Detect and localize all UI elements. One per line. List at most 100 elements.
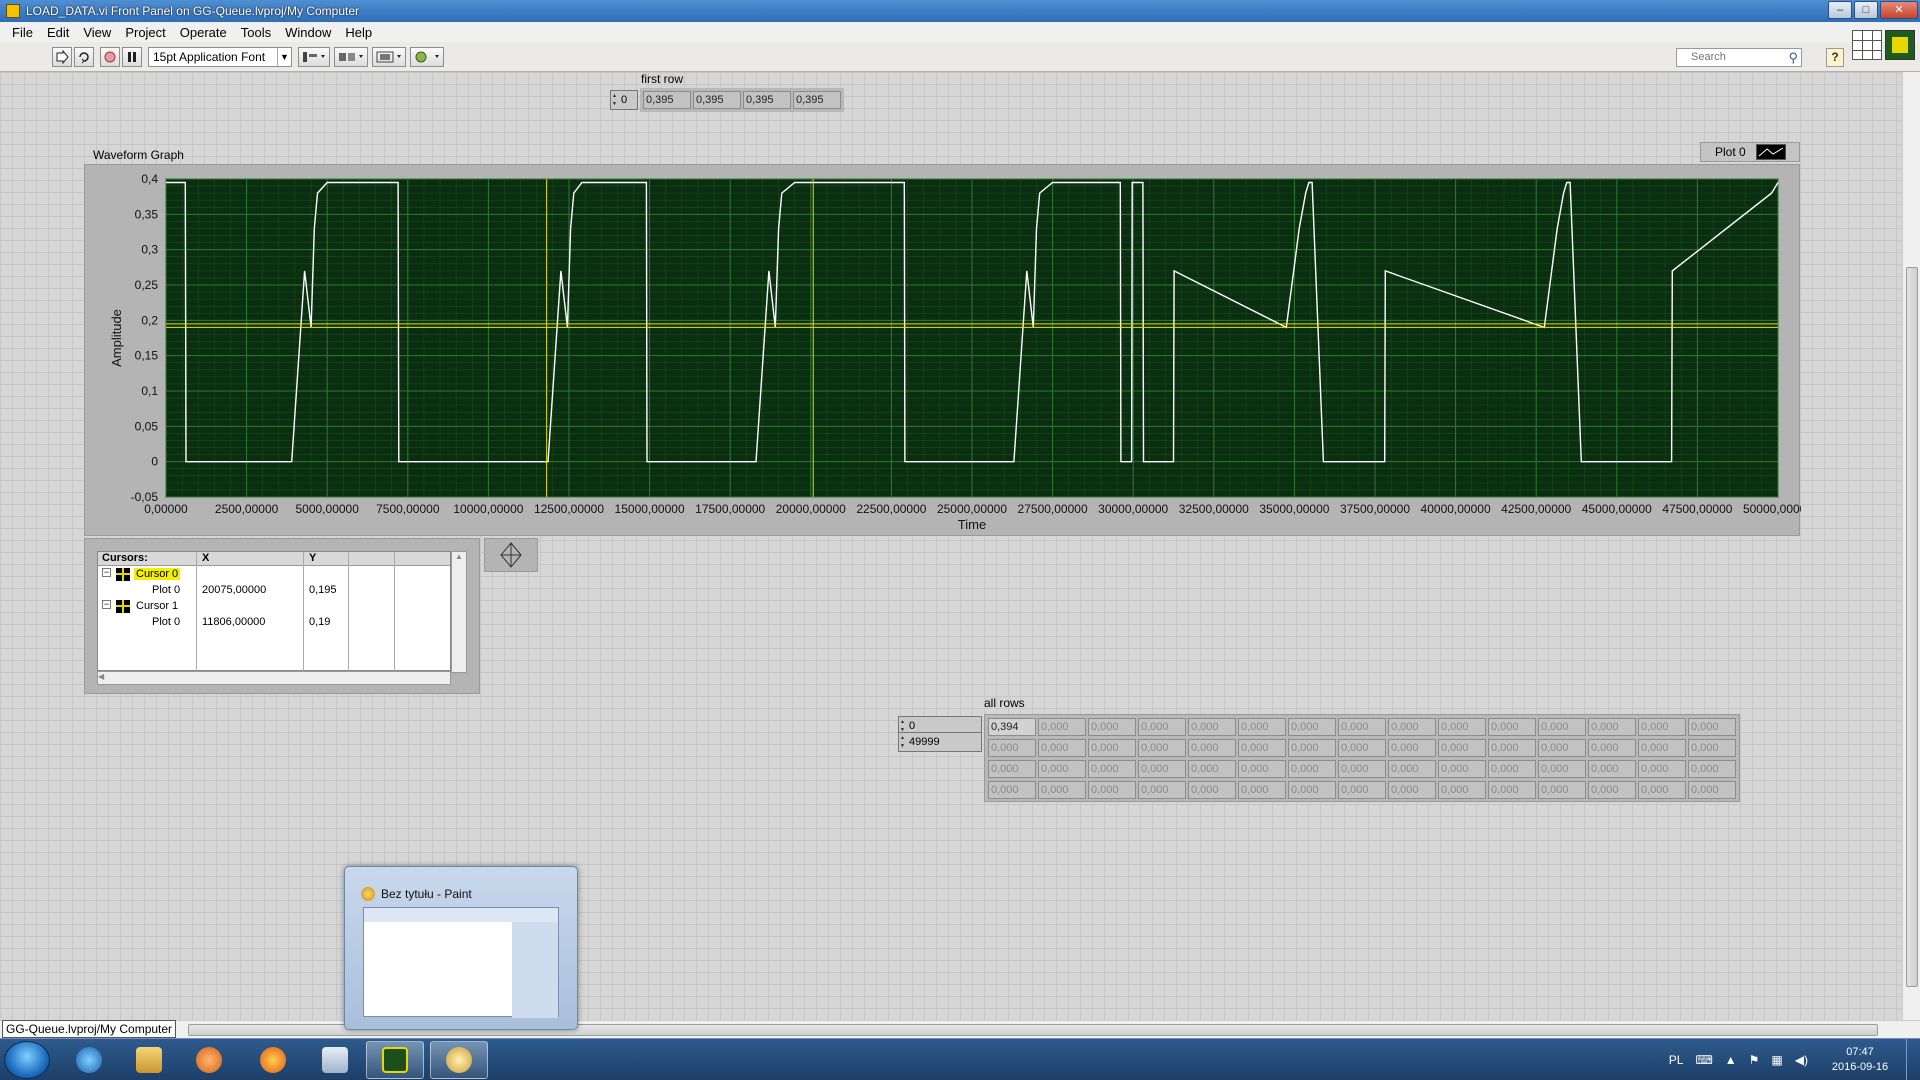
array-cell[interactable]: 0,000 bbox=[1338, 739, 1386, 757]
menu-help[interactable]: Help bbox=[339, 25, 378, 40]
array-cell[interactable]: 0,000 bbox=[1688, 718, 1736, 736]
array-cell[interactable]: 0,000 bbox=[1038, 760, 1086, 778]
array-cell[interactable]: 0,000 bbox=[1138, 718, 1186, 736]
array-cell[interactable]: 0,000 bbox=[1688, 760, 1736, 778]
array-cell[interactable]: 0,000 bbox=[1638, 760, 1686, 778]
array-cell[interactable]: 0,000 bbox=[1588, 760, 1636, 778]
search-icon[interactable]: ⚲ bbox=[1788, 49, 1798, 66]
array-cell[interactable]: 0,000 bbox=[1488, 760, 1536, 778]
array-cell[interactable]: 0,000 bbox=[1238, 718, 1286, 736]
menu-window[interactable]: Window bbox=[279, 25, 337, 40]
cursor-y-value[interactable]: 0,19 bbox=[309, 616, 330, 628]
array-cell[interactable]: 0,000 bbox=[1238, 739, 1286, 757]
cursor-x-value[interactable]: 20075,00000 bbox=[202, 584, 266, 596]
close-button[interactable]: ✕ bbox=[1880, 1, 1918, 19]
array-cell[interactable]: 0,000 bbox=[1138, 760, 1186, 778]
array-cell[interactable]: 0,000 bbox=[1088, 781, 1136, 799]
array-cell[interactable]: 0,000 bbox=[1288, 760, 1336, 778]
array-cell[interactable]: 0,000 bbox=[1188, 718, 1236, 736]
action-center-flag-icon[interactable]: ⚑ bbox=[1749, 1053, 1760, 1067]
array-cell[interactable]: 0,395 bbox=[643, 91, 691, 109]
array-cell[interactable]: 0,000 bbox=[1538, 781, 1586, 799]
scrollbar-thumb[interactable] bbox=[1906, 267, 1918, 987]
cursor-row[interactable]: − Cursor 0 bbox=[98, 567, 450, 583]
horizontal-scrollbar[interactable] bbox=[0, 1020, 1920, 1038]
array-cell[interactable]: 0,000 bbox=[1488, 739, 1536, 757]
menu-file[interactable]: File bbox=[6, 25, 39, 40]
search-input[interactable]: Search ⚲ bbox=[1676, 48, 1802, 67]
reorder-button[interactable] bbox=[410, 47, 444, 67]
first-row-index[interactable]: 0 bbox=[610, 90, 638, 110]
font-select[interactable]: 15pt Application Font ▼ bbox=[148, 47, 292, 67]
collapse-icon[interactable]: − bbox=[102, 568, 111, 577]
keyboard-icon[interactable]: ⌨ bbox=[1695, 1053, 1712, 1067]
minimize-button[interactable]: – bbox=[1828, 1, 1852, 19]
array-cell[interactable]: 0,000 bbox=[1438, 760, 1486, 778]
distribute-objects-button[interactable] bbox=[334, 47, 368, 67]
language-indicator[interactable]: PL bbox=[1669, 1053, 1684, 1067]
array-cell[interactable]: 0,000 bbox=[1538, 718, 1586, 736]
array-cell[interactable]: 0,000 bbox=[1438, 739, 1486, 757]
array-cell[interactable]: 0,000 bbox=[1538, 739, 1586, 757]
start-button[interactable] bbox=[4, 1041, 50, 1079]
array-cell[interactable]: 0,000 bbox=[1288, 739, 1336, 757]
array-cell[interactable]: 0,000 bbox=[1488, 781, 1536, 799]
array-cell[interactable]: 0,000 bbox=[988, 739, 1036, 757]
file-explorer-icon[interactable] bbox=[120, 1041, 178, 1079]
align-objects-button[interactable] bbox=[298, 47, 330, 67]
cursor-y-value[interactable]: 0,195 bbox=[309, 584, 337, 596]
menu-tools[interactable]: Tools bbox=[235, 25, 277, 40]
array-cell[interactable]: 0,394 bbox=[988, 718, 1036, 736]
media-player-icon[interactable] bbox=[180, 1041, 238, 1079]
array-cell[interactable]: 0,000 bbox=[1088, 718, 1136, 736]
array-cell[interactable]: 0,000 bbox=[1638, 781, 1686, 799]
context-help-button[interactable]: ? bbox=[1826, 48, 1844, 67]
array-cell[interactable]: 0,000 bbox=[1388, 760, 1436, 778]
all-rows-col-index[interactable]: 49999 bbox=[898, 732, 982, 752]
menu-edit[interactable]: Edit bbox=[41, 25, 75, 40]
array-cell[interactable]: 0,000 bbox=[1638, 718, 1686, 736]
array-cell[interactable]: 0,000 bbox=[1038, 718, 1086, 736]
resize-objects-button[interactable] bbox=[372, 47, 406, 67]
array-cell[interactable]: 0,000 bbox=[1588, 739, 1636, 757]
cursor-x-value[interactable]: 11806,00000 bbox=[202, 616, 265, 628]
maximize-button[interactable]: □ bbox=[1854, 1, 1878, 19]
menu-project[interactable]: Project bbox=[119, 25, 171, 40]
array-cell[interactable]: 0,000 bbox=[1438, 781, 1486, 799]
labview-icon[interactable] bbox=[366, 1041, 424, 1079]
cursor-plot-row[interactable]: Plot 0 20075,00000 0,195 bbox=[98, 583, 450, 599]
array-cell[interactable]: 0,000 bbox=[1188, 739, 1236, 757]
taskbar-preview[interactable]: Bez tytułu - Paint bbox=[344, 866, 578, 1030]
show-desktop-button[interactable] bbox=[1906, 1039, 1920, 1080]
array-cell[interactable]: 0,000 bbox=[1038, 739, 1086, 757]
vertical-scrollbar[interactable] bbox=[1902, 72, 1920, 1020]
array-cell[interactable]: 0,000 bbox=[1588, 781, 1636, 799]
calculator-icon[interactable] bbox=[306, 1041, 364, 1079]
collapse-icon[interactable]: − bbox=[102, 600, 111, 609]
run-button[interactable] bbox=[52, 47, 72, 67]
array-cell[interactable]: 0,000 bbox=[1138, 739, 1186, 757]
show-hidden-icons-icon[interactable]: ▲ bbox=[1725, 1053, 1737, 1067]
network-icon[interactable]: ▦ bbox=[1771, 1053, 1782, 1067]
array-cell[interactable]: 0,000 bbox=[1238, 781, 1286, 799]
array-cell[interactable]: 0,395 bbox=[743, 91, 791, 109]
cursor-row[interactable]: − Cursor 1 bbox=[98, 599, 450, 615]
vi-icon[interactable] bbox=[1885, 30, 1915, 60]
array-cell[interactable]: 0,395 bbox=[693, 91, 741, 109]
array-cell[interactable]: 0,000 bbox=[1338, 781, 1386, 799]
clock[interactable]: 07:47 2016-09-16 bbox=[1814, 1045, 1906, 1075]
array-cell[interactable]: 0,000 bbox=[1538, 760, 1586, 778]
array-cell[interactable]: 0,000 bbox=[988, 781, 1036, 799]
internet-explorer-icon[interactable] bbox=[60, 1041, 118, 1079]
array-cell[interactable]: 0,000 bbox=[1388, 718, 1436, 736]
abort-button[interactable] bbox=[100, 47, 120, 67]
waveform-graph[interactable]: 0,00000 2500,00000 5000,00000 7500,00000 100… bbox=[84, 164, 1801, 536]
menu-operate[interactable]: Operate bbox=[174, 25, 233, 40]
cursor-mover[interactable] bbox=[484, 538, 538, 572]
pause-button[interactable] bbox=[122, 47, 142, 67]
cursor-table-vscroll[interactable]: ▲ bbox=[451, 551, 467, 673]
array-cell[interactable]: 0,000 bbox=[1688, 781, 1736, 799]
array-cell[interactable]: 0,000 bbox=[1288, 718, 1336, 736]
array-cell[interactable]: 0,000 bbox=[1138, 781, 1186, 799]
cursor-table-hscroll[interactable]: ◀ bbox=[97, 671, 451, 685]
